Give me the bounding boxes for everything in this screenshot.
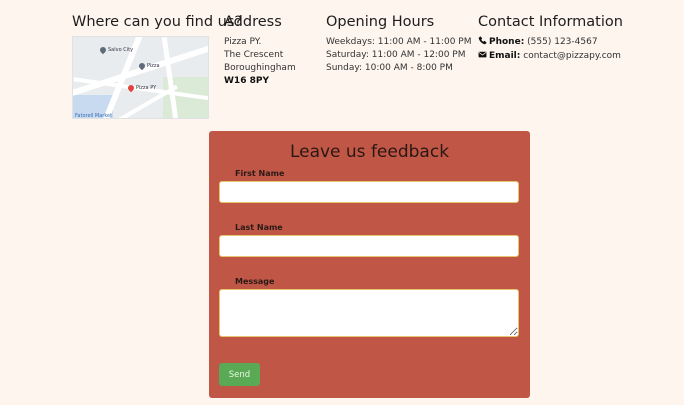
map-pin-icon (98, 45, 108, 55)
map-label: Fatorell Market (75, 113, 113, 119)
map-label: Pizza PY (136, 85, 157, 91)
message-textarea[interactable] (219, 289, 519, 337)
last-name-input[interactable] (219, 235, 519, 257)
map-label: Salvo City (108, 47, 134, 53)
phone-icon (478, 36, 487, 50)
email-label: Email: (489, 51, 521, 61)
address-line: Pizza PY. (224, 37, 262, 47)
contact-email-row: Email: contact@pizzapy.com (478, 50, 678, 64)
contact-section: Contact Information Phone: (555) 123-456… (478, 14, 678, 64)
address-postcode: W16 8PY (224, 76, 269, 86)
phone-value[interactable]: (555) 123-4567 (527, 37, 597, 47)
first-name-label: First Name (235, 169, 285, 178)
find-us-title: Where can you find us? (72, 14, 243, 30)
location-map[interactable]: Salvo City Pizza Pizza PY Fatorell Marke… (72, 36, 209, 119)
last-name-label: Last Name (235, 223, 283, 232)
opening-hours-section: Opening Hours Weekdays: 11:00 AM - 11:00… (326, 14, 476, 75)
envelope-icon (478, 50, 487, 64)
address-line: The Crescent (224, 50, 284, 60)
hours-line: Sunday: 10:00 AM - 8:00 PM (326, 63, 453, 73)
map-label: Pizza (147, 63, 160, 69)
find-us-section: Where can you find us? Salvo City Pizza … (72, 14, 243, 119)
address-line: Boroughingham (224, 63, 296, 73)
opening-hours-title: Opening Hours (326, 14, 435, 30)
address-title: Address (224, 14, 282, 30)
hours-line: Saturday: 11:00 AM - 12:00 PM (326, 50, 466, 60)
phone-label: Phone: (489, 37, 525, 47)
send-button[interactable]: Send (219, 363, 260, 386)
contact-phone-row: Phone: (555) 123-4567 (478, 36, 678, 50)
feedback-title: Leave us feedback (289, 142, 450, 162)
feedback-form: Leave us feedback First Name Last Name M… (209, 131, 530, 398)
email-value[interactable]: contact@pizzapy.com (523, 51, 621, 61)
contact-title: Contact Information (478, 14, 623, 30)
first-name-input[interactable] (219, 181, 519, 203)
message-label: Message (235, 277, 275, 286)
hours-line: Weekdays: 11:00 AM - 11:00 PM (326, 37, 472, 47)
address-section: Address Pizza PY. The Crescent Boroughin… (224, 14, 319, 88)
